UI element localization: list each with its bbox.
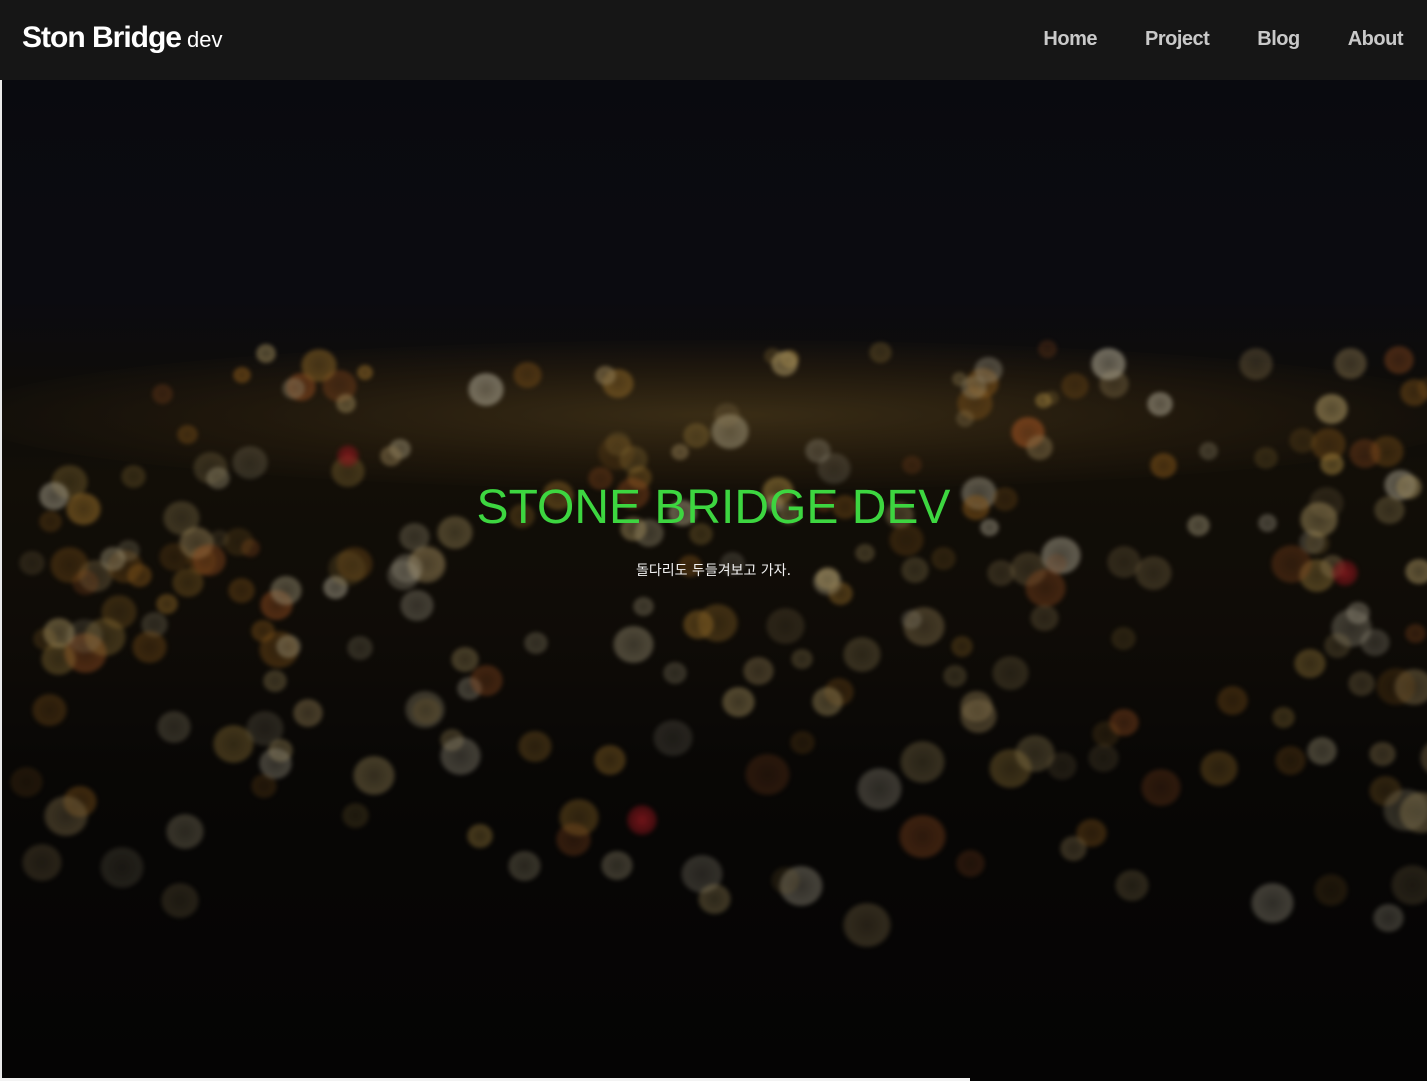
hero-background-image	[2, 80, 1427, 1081]
brand-title: Ston Bridge	[22, 21, 182, 54]
hero-subtitle: 돌다리도 두들겨보고 가자.	[635, 563, 792, 579]
hero-overlay	[2, 80, 1427, 1081]
brand-logo-link[interactable]: Ston Bridge dev	[22, 18, 222, 58]
nav-link-about[interactable]: About	[1348, 28, 1404, 51]
nav-link-blog[interactable]: Blog	[1257, 28, 1300, 51]
hero-title: STONE BRIDGE DEV	[476, 481, 951, 534]
brand-subtitle: dev	[187, 27, 223, 52]
nav-link-project[interactable]: Project	[1145, 28, 1210, 51]
left-edge-line	[0, 80, 2, 1081]
page: Ston Bridge dev Home Project Blog About S…	[0, 0, 1427, 1081]
nav-link-home[interactable]: Home	[1043, 28, 1097, 51]
nav-menu: Home Project Blog About	[1043, 20, 1403, 58]
top-navbar: Ston Bridge dev Home Project Blog About	[0, 0, 1427, 80]
